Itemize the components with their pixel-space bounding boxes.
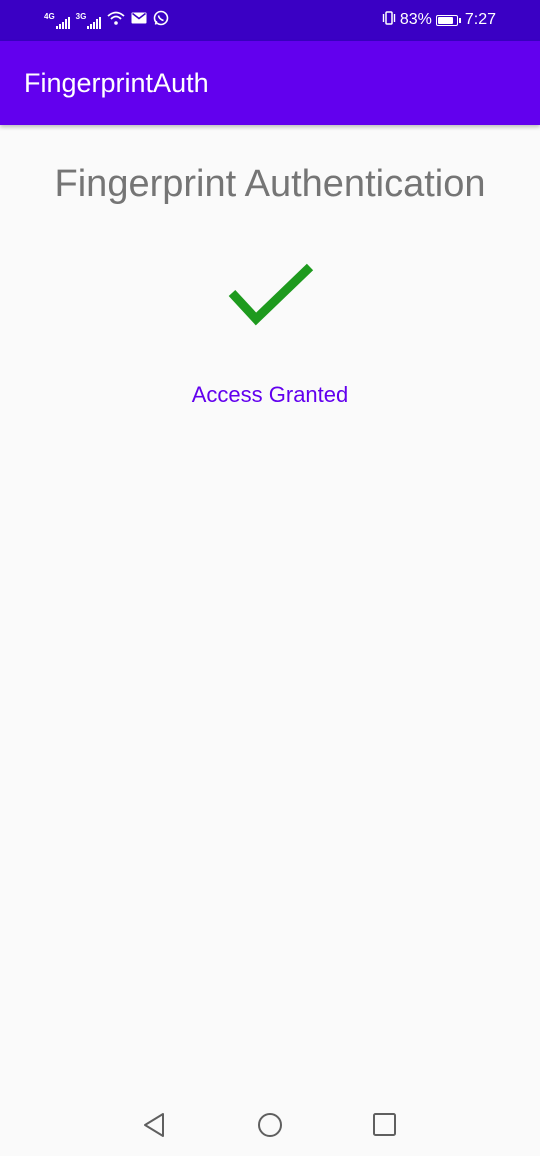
network-type-label: 3G [75, 12, 87, 21]
screen: 4G 3G 83% 7:27 FingerprintAuth Fingerpri… [0, 0, 540, 1156]
whatsapp-icon [153, 10, 169, 31]
signal-icon: 4G [44, 11, 70, 29]
battery-percent: 83% [399, 11, 432, 28]
page-heading: Fingerprint Authentication [54, 163, 486, 205]
status-time: 7:27 [464, 11, 496, 28]
recents-icon[interactable] [371, 1111, 399, 1139]
status-bar: 4G 3G 83% 7:27 [0, 0, 540, 41]
back-icon[interactable] [141, 1111, 169, 1139]
network-type-label: 4G [44, 12, 55, 21]
access-status-text: Access Granted [191, 382, 349, 407]
signal-icon: 3G [76, 11, 102, 29]
home-icon[interactable] [256, 1111, 284, 1139]
mail-icon [131, 11, 147, 29]
app-title: FingerprintAuth [24, 68, 209, 98]
vibrate-icon [382, 10, 396, 31]
battery-fill [437, 16, 453, 24]
checkmark-icon [228, 263, 314, 326]
navigation-bar [0, 1092, 540, 1156]
wifi-icon [107, 11, 125, 30]
status-right: 83% 7:27 [382, 10, 496, 30]
battery-icon [435, 14, 461, 26]
app-bar: FingerprintAuth [0, 41, 540, 125]
status-left: 4G 3G [44, 10, 169, 30]
